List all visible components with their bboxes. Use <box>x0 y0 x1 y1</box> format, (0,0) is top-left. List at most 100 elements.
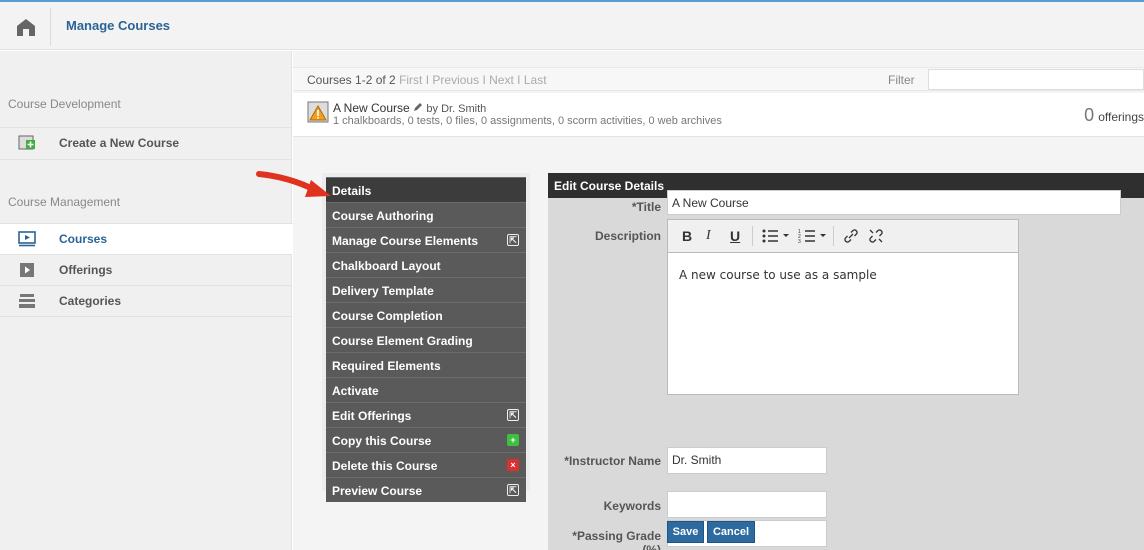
red-arrow-annotation <box>256 171 331 197</box>
save-button[interactable]: Save <box>667 521 704 543</box>
menu-item-label: Chalkboard Layout <box>332 259 441 273</box>
divider <box>833 226 834 246</box>
pager-first[interactable]: First <box>399 73 422 87</box>
unlink-icon[interactable] <box>868 228 884 247</box>
external-link-icon: ⇱ <box>507 484 519 496</box>
menu-item-label: Delivery Template <box>332 284 434 298</box>
passing-grade-label: *Passing Grade (%) <box>572 529 661 550</box>
course-row[interactable]: A New Course by Dr. Smith 1 chalkboards,… <box>293 93 1144 137</box>
course-warning-icon <box>307 101 329 123</box>
description-label: Description <box>594 229 661 243</box>
title-input[interactable]: A New Course <box>667 190 1121 215</box>
link-icon[interactable] <box>843 228 859 247</box>
description-text[interactable]: A new course to use as a sample <box>679 268 877 282</box>
cancel-button[interactable]: Cancel <box>707 521 755 543</box>
menu-item-delivery-template[interactable]: Delivery Template <box>326 277 526 302</box>
divider <box>0 316 292 317</box>
keywords-input[interactable] <box>667 491 827 518</box>
sidebar-section-course-development: Course Development <box>8 97 121 111</box>
filter-label: Filter <box>888 73 915 87</box>
pager-bar: Courses 1-2 of 2 First I Previous I Next… <box>293 67 1144 91</box>
menu-item-activate[interactable]: Activate <box>326 377 526 402</box>
description-editor: B I U 123 A new course to use as a sampl… <box>667 219 1019 395</box>
menu-item-edit-offerings[interactable]: Edit Offerings ⇱ <box>326 402 526 427</box>
add-course-icon <box>18 135 36 151</box>
sidebar-item-offerings[interactable]: Offerings <box>0 254 292 285</box>
categories-icon <box>18 293 36 309</box>
course-title[interactable]: A New Course <box>333 101 410 115</box>
menu-item-label: Preview Course <box>332 484 423 498</box>
menu-item-details[interactable]: Details <box>326 177 526 202</box>
menu-item-preview-course[interactable]: Preview Course ⇱ <box>326 477 526 502</box>
underline-button[interactable]: U <box>730 228 740 244</box>
menu-item-label: Delete this Course <box>332 459 438 473</box>
offerings-count: 0 offerings <box>1084 105 1144 126</box>
bold-button[interactable]: B <box>682 228 692 244</box>
external-link-icon: ⇱ <box>507 409 519 421</box>
divider <box>50 8 51 46</box>
menu-item-label: Course Completion <box>332 309 443 323</box>
sidebar-item-courses[interactable]: Courses <box>0 223 293 254</box>
sidebar-section-course-management: Course Management <box>8 195 121 209</box>
menu-item-course-element-grading[interactable]: Course Element Grading <box>326 327 526 352</box>
menu-item-label: Activate <box>332 384 379 398</box>
numbered-list-icon[interactable]: 123 <box>798 228 828 247</box>
pager-previous[interactable]: Previous <box>432 73 479 87</box>
menu-item-label: Course Element Grading <box>332 334 473 348</box>
title-label: *Title <box>631 200 661 214</box>
delete-icon: × <box>507 459 519 471</box>
sidebar-item-label: Categories <box>59 294 122 308</box>
svg-text:3: 3 <box>798 239 801 244</box>
sidebar-item-label: Offerings <box>59 263 113 277</box>
details-menu: Details Course Authoring Manage Course E… <box>322 173 530 491</box>
offerings-icon <box>18 262 36 278</box>
page-title[interactable]: Manage Courses <box>66 18 170 33</box>
main-content: Courses 1-2 of 2 First I Previous I Next… <box>293 51 1144 550</box>
course-summary: 1 chalkboards, 0 tests, 0 files, 0 assig… <box>333 115 722 127</box>
sidebar: Course Development Create a New Course C… <box>0 51 293 550</box>
instructor-input[interactable]: Dr. Smith <box>667 447 827 474</box>
sidebar-item-label: Courses <box>59 232 108 246</box>
divider <box>752 226 753 246</box>
menu-item-course-completion[interactable]: Course Completion <box>326 302 526 327</box>
divider <box>0 159 292 160</box>
edit-course-panel: Edit Course Details *Title A New Course … <box>548 173 1144 550</box>
menu-item-manage-course-elements[interactable]: Manage Course Elements ⇱ <box>326 227 526 252</box>
home-icon[interactable] <box>14 16 38 38</box>
menu-item-label: Manage Course Elements <box>332 234 479 248</box>
italic-button[interactable]: I <box>706 228 711 244</box>
menu-item-copy-course[interactable]: Copy this Course + <box>326 427 526 452</box>
pager-last[interactable]: Last <box>524 73 547 87</box>
pager-count: Courses 1-2 of 2 <box>307 73 396 87</box>
bullet-list-icon[interactable] <box>761 228 791 247</box>
menu-item-label: Course Authoring <box>332 209 434 223</box>
keywords-label: Keywords <box>603 499 661 513</box>
pagination: Courses 1-2 of 2 First I Previous I Next… <box>307 73 547 87</box>
courses-icon <box>18 231 36 247</box>
menu-item-chalkboard-layout[interactable]: Chalkboard Layout <box>326 252 526 277</box>
instructor-label: *Instructor Name <box>564 454 661 468</box>
pager-next[interactable]: Next <box>489 73 514 87</box>
sidebar-item-label: Create a New Course <box>59 136 180 150</box>
menu-item-course-authoring[interactable]: Course Authoring <box>326 202 526 227</box>
plus-icon: + <box>507 434 519 446</box>
menu-item-label: Required Elements <box>332 359 441 373</box>
pager-separator: I <box>425 73 430 87</box>
offerings-label: offerings <box>1098 110 1144 124</box>
top-bar: Manage Courses <box>0 0 1144 50</box>
edit-pencil-icon[interactable] <box>413 101 426 115</box>
pager-separator: I <box>517 73 521 87</box>
external-link-icon: ⇱ <box>507 234 519 246</box>
menu-item-label: Edit Offerings <box>332 409 412 423</box>
menu-item-required-elements[interactable]: Required Elements <box>326 352 526 377</box>
offerings-number: 0 <box>1084 105 1095 125</box>
pager-separator: I <box>482 73 486 87</box>
menu-item-label: Copy this Course <box>332 434 432 448</box>
sidebar-item-categories[interactable]: Categories <box>0 285 292 316</box>
course-author: by Dr. Smith <box>426 103 487 115</box>
menu-item-delete-course[interactable]: Delete this Course × <box>326 452 526 477</box>
filter-input[interactable] <box>928 69 1144 90</box>
editor-toolbar: B I U 123 <box>668 220 1018 253</box>
course-title-line: A New Course by Dr. Smith <box>333 101 486 115</box>
sidebar-item-create-course[interactable]: Create a New Course <box>0 127 292 158</box>
